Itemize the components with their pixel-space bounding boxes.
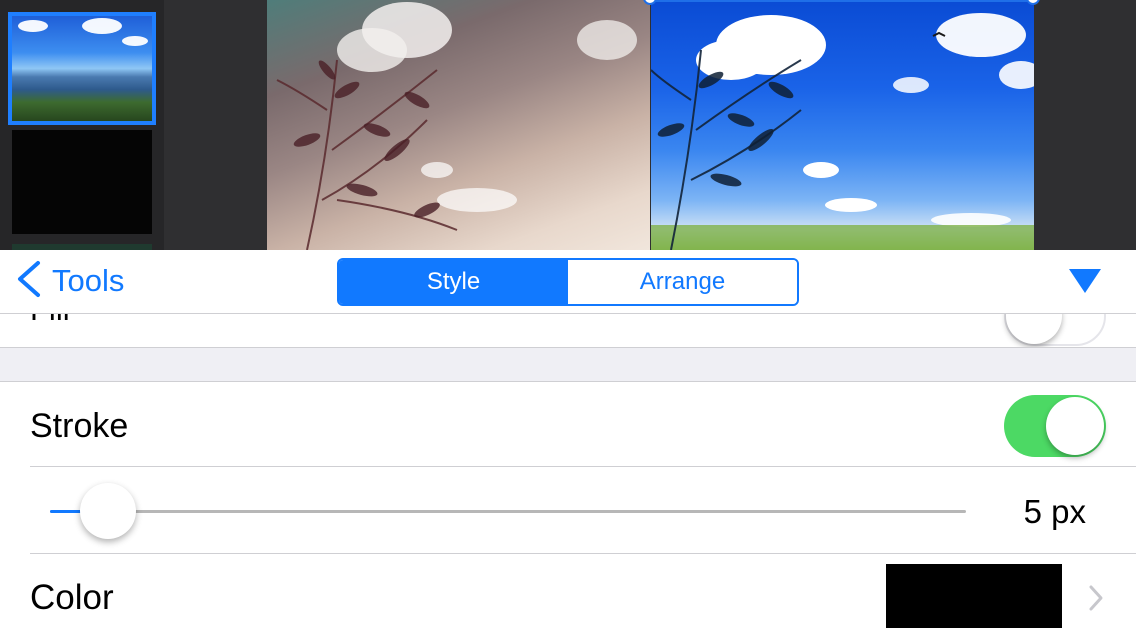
- color-row[interactable]: Color: [30, 554, 1136, 640]
- selected-photo[interactable]: [651, 0, 1034, 250]
- selection-outline: [650, 0, 1034, 2]
- stroke-row: Stroke: [30, 382, 1136, 467]
- stroke-width-slider-thumb[interactable]: [80, 483, 136, 539]
- slide-thumbnail-1[interactable]: [8, 12, 156, 125]
- chevron-left-icon: [14, 259, 42, 304]
- color-label: Color: [30, 578, 114, 617]
- photo-left-art: [276, 2, 637, 250]
- fill-row: Fill: [0, 314, 1136, 348]
- color-swatch[interactable]: [886, 564, 1062, 628]
- back-button-label: Tools: [52, 263, 125, 298]
- canvas-area: [0, 0, 1136, 250]
- section-separator: [0, 348, 1136, 382]
- vintage-photo[interactable]: [267, 0, 650, 250]
- tab-arrange[interactable]: Arrange: [568, 260, 797, 304]
- fill-toggle-knob: [1006, 314, 1062, 344]
- stroke-toggle[interactable]: [1004, 395, 1106, 457]
- stroke-width-value: 5 px: [1023, 493, 1086, 530]
- slide-thumbnail-sidebar: [0, 0, 164, 250]
- fill-toggle[interactable]: [1004, 314, 1106, 346]
- stroke-width-row: 5 px: [30, 467, 1136, 554]
- photo-right-art: [651, 13, 1034, 250]
- fill-label: Fill: [30, 314, 70, 328]
- back-button[interactable]: Tools: [14, 250, 124, 312]
- stroke-label: Stroke: [30, 407, 129, 445]
- stroke-width-slider-track[interactable]: [50, 510, 966, 513]
- triangle-down-icon[interactable]: [1068, 268, 1102, 294]
- chevron-right-icon: [1089, 585, 1103, 611]
- stroke-settings: Stroke 5 px Color: [0, 382, 1136, 640]
- inspector-toolbar: Tools Style Arrange: [0, 250, 1136, 314]
- stroke-toggle-knob: [1046, 397, 1104, 455]
- tab-style[interactable]: Style: [339, 260, 568, 304]
- slide-thumbnail-2[interactable]: [12, 130, 152, 234]
- style-arrange-segmented-control: Style Arrange: [337, 258, 799, 306]
